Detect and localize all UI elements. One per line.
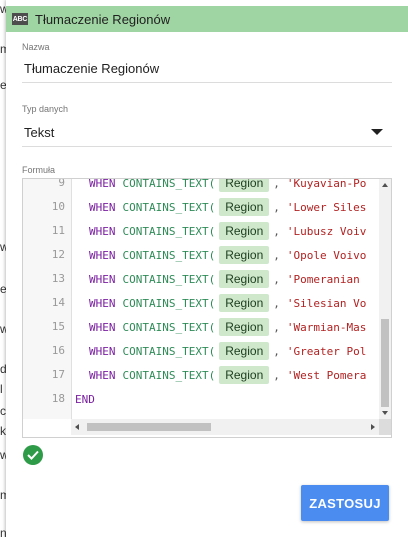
code-line[interactable]: WHEN CONTAINS_TEXT(Region, 'Pomeranian: [75, 269, 360, 289]
field-chip[interactable]: Region: [219, 270, 270, 288]
string-literal: 'Pomeranian: [286, 272, 360, 286]
field-chip[interactable]: Region: [219, 198, 270, 216]
string-literal: 'Lubusz Voiv: [286, 224, 367, 238]
function-name: CONTAINS_TEXT(: [122, 224, 216, 238]
name-underline: [22, 82, 392, 83]
code-line[interactable]: WHEN CONTAINS_TEXT(Region, 'West Pomera: [75, 365, 366, 385]
separator: ,: [273, 320, 280, 334]
scroll-down-icon[interactable]: [382, 411, 388, 415]
formula-editor[interactable]: 9 10 11 12 13 14 15 16 17 18 WHEN CONTAINS_TEXT(Re…: [22, 178, 392, 438]
string-literal: 'West Pomera: [286, 368, 367, 382]
field-chip[interactable]: Region: [219, 366, 270, 384]
line-number: 15: [51, 320, 65, 333]
line-number: 9: [58, 178, 65, 189]
type-select[interactable]: Tekst: [24, 125, 54, 140]
panel-title: Tłumaczenie Regionów: [35, 11, 171, 27]
separator: ,: [273, 368, 280, 382]
panel-header: ABC Tłumaczenie Regionów: [6, 6, 408, 32]
line-number: 16: [51, 344, 65, 357]
line-number: 11: [51, 224, 65, 237]
string-literal: 'Lower Siles: [286, 200, 367, 214]
vertical-scrollbar[interactable]: [379, 179, 391, 419]
text-type-icon: ABC: [12, 13, 28, 25]
horizontal-scroll-thumb[interactable]: [87, 423, 211, 431]
apply-button[interactable]: ZASTOSUJ: [301, 485, 389, 521]
type-underline: [22, 146, 392, 147]
code-line[interactable]: WHEN CONTAINS_TEXT(Region, 'Opole Voivo: [75, 245, 366, 265]
formula-editor-panel: ABC Tłumaczenie Regionów Nazwa Tłumaczen…: [6, 0, 408, 537]
string-literal: 'Opole Voivo: [286, 248, 367, 262]
separator: ,: [273, 248, 280, 262]
field-chip[interactable]: Region: [219, 294, 270, 312]
scrollbar-corner: [379, 419, 391, 435]
keyword: WHEN: [89, 248, 116, 262]
separator: ,: [273, 224, 280, 238]
code-line[interactable]: WHEN CONTAINS_TEXT(Region, 'Silesian Vo: [75, 293, 366, 313]
code-line[interactable]: END: [75, 389, 95, 409]
code-line[interactable]: WHEN CONTAINS_TEXT(Region, 'Kuyavian-Po: [75, 178, 367, 193]
separator: ,: [273, 178, 280, 190]
name-label: Nazwa: [22, 42, 50, 52]
keyword: WHEN: [89, 178, 116, 190]
horizontal-scrollbar[interactable]: [71, 419, 379, 435]
caret-down-icon[interactable]: [371, 129, 383, 135]
scroll-left-icon[interactable]: [75, 424, 79, 430]
string-literal: 'Warmian-Mas: [286, 320, 367, 334]
code-line[interactable]: WHEN CONTAINS_TEXT(Region, 'Greater Pol: [75, 341, 366, 361]
check-circle-icon: [23, 445, 43, 465]
field-chip[interactable]: Region: [219, 222, 270, 240]
line-number: 13: [51, 272, 65, 285]
function-name: CONTAINS_TEXT(: [122, 178, 216, 190]
keyword: WHEN: [89, 200, 116, 214]
scroll-up-icon[interactable]: [382, 183, 388, 187]
code-line[interactable]: WHEN CONTAINS_TEXT(Region, 'Lower Siles: [75, 197, 366, 217]
vertical-scroll-thumb[interactable]: [381, 319, 389, 407]
line-number-gutter: 9 10 11 12 13 14 15 16 17 18: [23, 179, 72, 419]
keyword: END: [75, 392, 95, 406]
function-name: CONTAINS_TEXT(: [122, 320, 216, 334]
code-line[interactable]: WHEN CONTAINS_TEXT(Region, 'Warmian-Mas: [75, 317, 366, 337]
line-number: 12: [51, 248, 65, 261]
function-name: CONTAINS_TEXT(: [122, 368, 216, 382]
keyword: WHEN: [89, 344, 116, 358]
function-name: CONTAINS_TEXT(: [122, 272, 216, 286]
line-number: 10: [51, 200, 65, 213]
keyword: WHEN: [89, 368, 116, 382]
keyword: WHEN: [89, 296, 116, 310]
function-name: CONTAINS_TEXT(: [122, 248, 216, 262]
line-number: 18: [51, 392, 65, 405]
string-literal: 'Kuyavian-Po: [286, 178, 367, 190]
field-chip[interactable]: Region: [219, 342, 270, 360]
code-line[interactable]: WHEN CONTAINS_TEXT(Region, 'Lubusz Voiv: [75, 221, 366, 241]
string-literal: 'Silesian Vo: [286, 296, 367, 310]
line-number: 17: [51, 368, 65, 381]
line-number: 14: [51, 296, 65, 309]
function-name: CONTAINS_TEXT(: [122, 344, 216, 358]
formula-label: Formuła: [22, 165, 56, 175]
separator: ,: [273, 344, 280, 358]
type-label: Typ danych: [22, 104, 69, 114]
field-chip[interactable]: Region: [219, 246, 270, 264]
keyword: WHEN: [89, 320, 116, 334]
separator: ,: [273, 272, 280, 286]
name-input[interactable]: Tłumaczenie Regionów: [24, 61, 159, 76]
keyword: WHEN: [89, 272, 116, 286]
keyword: WHEN: [89, 224, 116, 238]
function-name: CONTAINS_TEXT(: [122, 200, 216, 214]
string-literal: 'Greater Pol: [286, 344, 367, 358]
field-chip[interactable]: Region: [219, 318, 270, 336]
scroll-right-icon[interactable]: [371, 424, 375, 430]
function-name: CONTAINS_TEXT(: [122, 296, 216, 310]
separator: ,: [273, 296, 280, 310]
background-text-fragment: l: [0, 382, 3, 396]
separator: ,: [273, 200, 280, 214]
field-chip[interactable]: Region: [219, 179, 270, 192]
